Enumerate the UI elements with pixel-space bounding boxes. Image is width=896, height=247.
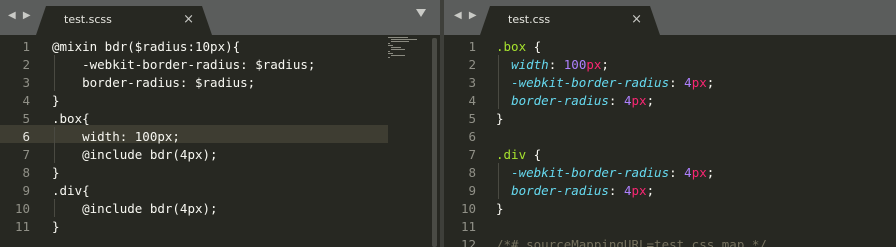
css-property: -webkit-border-radius <box>511 165 670 180</box>
css-number: 4 <box>684 75 692 90</box>
css-number: 4 <box>684 165 692 180</box>
line-number: 7 <box>468 147 476 162</box>
line-number: 12 <box>460 237 476 247</box>
code-line[interactable]: border-radius: 4px; <box>496 182 654 200</box>
line-number: 3 <box>468 75 476 90</box>
tab-label: test.css <box>508 13 551 26</box>
tab-label: test.scss <box>64 13 112 26</box>
close-icon[interactable]: × <box>183 12 194 27</box>
code-line[interactable]: @mixin bdr($radius:10px){ <box>52 38 240 56</box>
css-property: border-radius <box>511 93 609 108</box>
vertical-scrollbar[interactable] <box>432 38 437 247</box>
line-number: 7 <box>22 147 30 162</box>
line-number: 11 <box>460 219 476 234</box>
css-selector: .box <box>496 39 527 54</box>
editor-css[interactable]: 1 2 3 4 5 6 7 8 9 10 11 12 .box { width: 100px; -we… <box>444 35 896 247</box>
css-unit: px <box>631 93 647 108</box>
line-number: 5 <box>22 111 30 126</box>
line-number: 8 <box>22 165 30 180</box>
brace: { <box>526 39 542 54</box>
line-number: 9 <box>468 183 476 198</box>
code-line[interactable]: border-radius: 4px; <box>496 92 654 110</box>
left-nav-arrows[interactable]: ◀ ▶ <box>8 10 33 21</box>
tab-test-css[interactable]: test.css × <box>480 6 660 35</box>
code-line[interactable]: width: 100px; <box>496 56 609 74</box>
right-nav-arrows[interactable]: ◀ ▶ <box>454 10 479 21</box>
css-unit: px <box>631 183 647 198</box>
code-line[interactable]: .div{ <box>52 182 90 200</box>
tab-test-scss[interactable]: test.scss × <box>36 6 212 35</box>
line-number: 10 <box>460 201 476 216</box>
line-number: 2 <box>468 57 476 72</box>
line-number: 9 <box>22 183 30 198</box>
line-number: 2 <box>22 57 30 72</box>
css-selector: .div <box>496 147 527 162</box>
brace: } <box>496 111 504 126</box>
code-line[interactable]: /*# sourceMappingURL=test.css.map */ <box>496 236 767 247</box>
chevron-down-icon[interactable] <box>416 9 426 17</box>
css-property: width <box>511 57 549 72</box>
line-number: 6 <box>22 129 30 144</box>
line-number: 8 <box>468 165 476 180</box>
code-line[interactable]: } <box>52 164 60 182</box>
css-number: 4 <box>623 183 632 198</box>
code-line[interactable]: .box { <box>496 38 541 56</box>
code-line[interactable]: } <box>52 92 60 110</box>
code-line[interactable]: width: 100px; <box>52 128 180 146</box>
code-line[interactable]: .div { <box>496 146 541 164</box>
editor-scss[interactable]: 1 2 3 4 5 6 7 8 9 10 11 @mixin bdr($radius:10px){ … <box>0 35 440 247</box>
code-line[interactable]: } <box>496 200 504 218</box>
brace: { <box>526 147 542 162</box>
code-line[interactable]: -webkit-border-radius: $radius; <box>52 56 315 74</box>
line-number: 5 <box>468 111 476 126</box>
css-number: 100 <box>563 57 587 72</box>
line-number: 6 <box>468 129 476 144</box>
code-line[interactable]: } <box>52 218 60 236</box>
code-line[interactable]: -webkit-border-radius: 4px; <box>496 164 714 182</box>
code-line[interactable]: -webkit-border-radius: 4px; <box>496 74 714 92</box>
css-unit: px <box>586 57 602 72</box>
css-unit: px <box>691 165 707 180</box>
close-icon[interactable]: × <box>631 12 642 27</box>
css-unit: px <box>691 75 707 90</box>
minimap[interactable] <box>388 37 424 61</box>
line-number: 1 <box>468 39 476 54</box>
code-line[interactable]: @include bdr(4px); <box>52 200 217 218</box>
code-line[interactable]: @include bdr(4px); <box>52 146 217 164</box>
code-line[interactable]: } <box>496 110 504 128</box>
line-number: 3 <box>22 75 30 90</box>
line-number: 4 <box>468 93 476 108</box>
line-number: 11 <box>14 219 30 234</box>
code-line[interactable]: .box{ <box>52 110 90 128</box>
line-number: 4 <box>22 93 30 108</box>
brace: } <box>496 201 504 216</box>
line-number: 10 <box>14 201 30 216</box>
css-number: 4 <box>623 93 632 108</box>
line-number: 1 <box>22 39 30 54</box>
css-comment: /*# sourceMappingURL=test.css.map */ <box>496 237 767 247</box>
css-property: border-radius <box>511 183 609 198</box>
css-property: -webkit-border-radius <box>511 75 670 90</box>
code-line[interactable]: border-radius: $radius; <box>52 74 255 92</box>
